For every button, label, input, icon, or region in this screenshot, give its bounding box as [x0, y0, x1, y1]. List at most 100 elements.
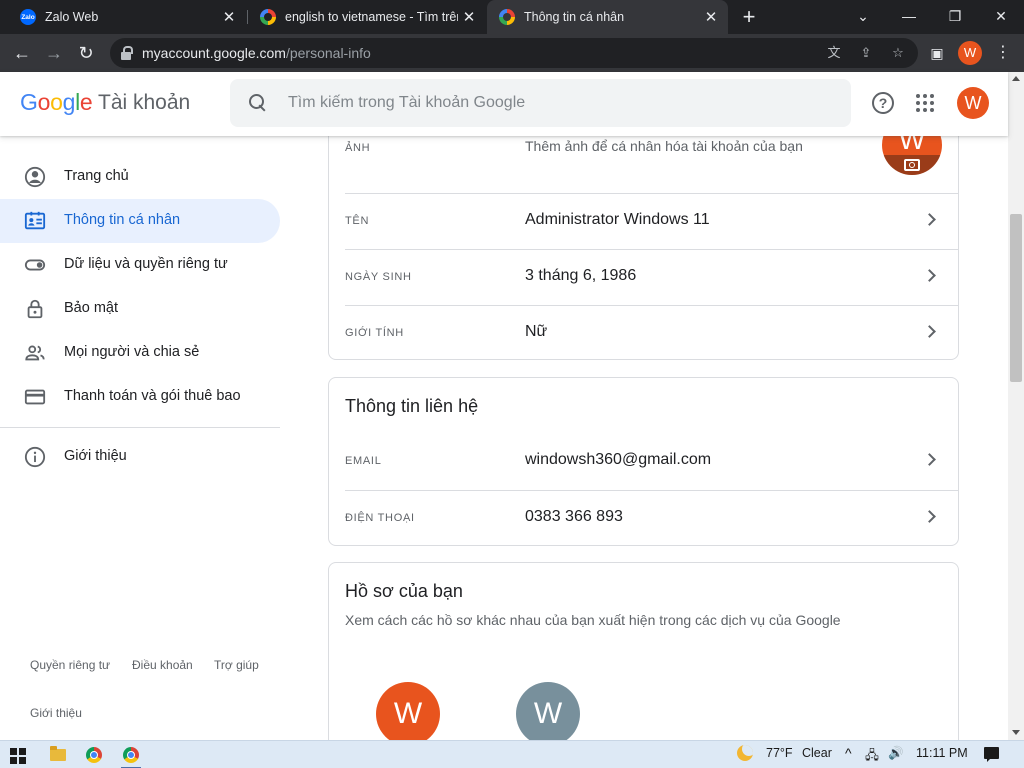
moon-weather-icon[interactable]: [737, 745, 753, 761]
sidebar-item-label: Giới thiệu: [64, 448, 127, 464]
windows-taskbar: 77°F Clear ^ 🖧 🔊 11:11 PM: [0, 740, 1024, 768]
google-logo-letter: G: [20, 89, 38, 115]
chevron-right-icon: [923, 213, 936, 226]
address-bar[interactable]: myaccount.google.com/personal-info 文 ⇪ ☆: [110, 38, 918, 68]
chrome-icon: [86, 747, 102, 763]
account-header: Google Tài khoản Tìm kiếm trong Tài khoả…: [0, 72, 1008, 136]
phone-value: 0383 366 893: [525, 508, 623, 525]
network-icon[interactable]: 🖧: [865, 746, 879, 767]
notification-icon[interactable]: [984, 747, 999, 762]
profile-photo[interactable]: W: [882, 136, 942, 175]
tab-close-icon[interactable]: ✕: [458, 8, 480, 26]
scroll-thumb[interactable]: [1010, 214, 1022, 382]
help-link[interactable]: Trợ giúp: [214, 658, 259, 672]
weather-text[interactable]: Clear: [802, 746, 832, 760]
sidebar-item-data-privacy[interactable]: Dữ liệu và quyền riêng tư: [0, 243, 280, 287]
file-explorer-button[interactable]: [46, 744, 70, 766]
tab-google-search[interactable]: english to vietnamese - Tìm trên ✕: [248, 0, 486, 34]
scroll-down-arrow-icon[interactable]: [1012, 730, 1020, 735]
profile-avatar-button[interactable]: W: [958, 41, 982, 65]
url-host: myaccount.google.com: [142, 45, 286, 61]
phone-label: ĐIỆN THOẠI: [345, 512, 415, 524]
scroll-up-arrow-icon[interactable]: [1012, 76, 1020, 81]
profiles-card: Hồ sơ của bạn Xem cách các hồ sơ khác nh…: [328, 562, 959, 740]
about-link[interactable]: Giới thiệu: [30, 706, 82, 720]
photo-label: ẢNH: [345, 142, 371, 154]
gender-label: GIỚI TÍNH: [345, 327, 404, 339]
clock-time[interactable]: 11:11 PM: [916, 746, 968, 760]
url-path: /personal-info: [285, 45, 371, 61]
id-card-icon: [24, 211, 46, 230]
tab-close-icon[interactable]: ✕: [218, 8, 240, 26]
sidebar-item-payments[interactable]: Thanh toán và gói thuê bao: [0, 375, 280, 419]
search-placeholder: Tìm kiếm trong Tài khoản Google: [288, 94, 526, 111]
page-scrollbar[interactable]: [1008, 72, 1024, 740]
weather-temp[interactable]: 77°F: [766, 746, 793, 760]
birthday-label: NGÀY SINH: [345, 271, 412, 283]
translate-icon[interactable]: 文: [824, 43, 844, 63]
google-apps-icon[interactable]: [916, 94, 934, 112]
product-name[interactable]: Tài khoản: [98, 91, 190, 115]
sidebar-item-about[interactable]: Giới thiệu: [0, 435, 280, 479]
birthday-row[interactable]: NGÀY SINH 3 tháng 6, 1986: [345, 249, 959, 305]
tab-personal-info[interactable]: Thông tin cá nhân ✕: [487, 0, 728, 34]
side-panel-icon[interactable]: ▣: [924, 40, 950, 66]
profile-avatar[interactable]: W: [376, 682, 440, 740]
back-button[interactable]: ←: [9, 40, 35, 66]
tab-close-icon[interactable]: ✕: [700, 8, 722, 26]
phone-row[interactable]: ĐIỆN THOẠI 0383 366 893: [345, 490, 959, 546]
search-input[interactable]: Tìm kiếm trong Tài khoản Google: [230, 79, 851, 127]
email-row[interactable]: EMAIL windowsh360@gmail.com: [345, 434, 959, 490]
tab-search-button[interactable]: ⌄: [840, 0, 886, 34]
contact-info-title: Thông tin liên hệ: [345, 396, 479, 416]
lock-icon[interactable]: [121, 46, 133, 60]
contact-info-card: Thông tin liên hệ EMAIL windowsh360@gmai…: [328, 377, 959, 546]
browser-tab-strip: Zalo Zalo Web ✕ english to vietnamese - …: [0, 0, 1024, 34]
tab-title: Zalo Web: [45, 10, 99, 24]
photo-row[interactable]: ẢNH Thêm ảnh để cá nhân hóa tài khoản củ…: [345, 136, 959, 175]
google-logo-letter: e: [79, 89, 93, 115]
windows-start-icon[interactable]: [10, 748, 26, 764]
zalo-favicon-icon: Zalo: [20, 9, 36, 25]
bookmark-star-icon[interactable]: ☆: [888, 43, 908, 63]
forward-button[interactable]: →: [41, 40, 67, 66]
photo-description: Thêm ảnh để cá nhân hóa tài khoản của bạ…: [525, 138, 803, 154]
terms-link[interactable]: Điều khoản: [132, 658, 193, 672]
help-icon[interactable]: ?: [872, 92, 894, 114]
google-logo[interactable]: Google: [20, 89, 93, 116]
sidebar-item-security[interactable]: Bảo mật: [0, 287, 280, 331]
account-avatar[interactable]: W: [957, 87, 989, 119]
close-window-button[interactable]: ✕: [978, 0, 1024, 34]
profiles-description: Xem cách các hồ sơ khác nhau của bạn xuấ…: [345, 612, 841, 628]
privacy-link[interactable]: Quyền riêng tư: [30, 658, 110, 672]
google-favicon-icon: [499, 9, 515, 25]
tab-zalo-web[interactable]: Zalo Zalo Web ✕: [8, 0, 246, 34]
google-favicon-icon: [260, 9, 276, 25]
sidebar-item-personal-info[interactable]: Thông tin cá nhân: [0, 199, 280, 243]
volume-icon[interactable]: 🔊: [888, 746, 904, 761]
credit-card-icon: [24, 389, 46, 405]
chrome-active-taskbar-button[interactable]: [119, 744, 143, 768]
name-row[interactable]: TÊN Administrator Windows 11: [345, 193, 959, 249]
sidebar: Trang chủ Thông tin cá nhân Dữ liệu và q…: [0, 136, 290, 740]
share-icon[interactable]: ⇪: [856, 43, 876, 63]
minimize-button[interactable]: —: [886, 0, 932, 34]
tray-chevron-icon[interactable]: ^: [845, 745, 852, 761]
profile-avatar[interactable]: W: [516, 682, 580, 740]
gender-row[interactable]: GIỚI TÍNH Nữ: [345, 305, 959, 361]
main-content: ẢNH Thêm ảnh để cá nhân hóa tài khoản củ…: [290, 136, 1008, 740]
sidebar-item-home[interactable]: Trang chủ: [0, 155, 280, 199]
search-icon[interactable]: [248, 93, 268, 113]
tab-title: english to vietnamese - Tìm trên: [285, 10, 458, 24]
sidebar-item-label: Thanh toán và gói thuê bao: [64, 388, 241, 404]
chrome-taskbar-button[interactable]: [82, 744, 106, 766]
sidebar-item-people-sharing[interactable]: Mọi người và chia sẻ: [0, 331, 280, 375]
restore-button[interactable]: ❐: [932, 0, 978, 34]
camera-icon: [904, 159, 920, 171]
menu-kebab-icon[interactable]: ⋮: [990, 40, 1016, 66]
new-tab-button[interactable]: +: [738, 4, 760, 30]
chrome-icon: [123, 747, 139, 763]
browser-toolbar: ← → ↻ myaccount.google.com/personal-info…: [0, 34, 1024, 72]
toggle-icon: [24, 259, 46, 271]
reload-button[interactable]: ↻: [73, 40, 99, 66]
